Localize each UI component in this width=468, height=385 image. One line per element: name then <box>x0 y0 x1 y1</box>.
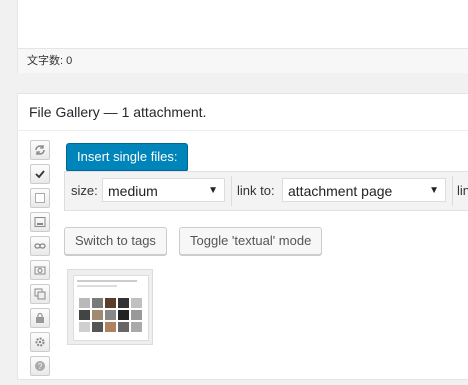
chevron-down-icon: ▼ <box>208 185 218 196</box>
camera-icon[interactable] <box>30 260 50 280</box>
panel-title: File Gallery — 1 attachment. <box>18 94 468 131</box>
copy-icon[interactable] <box>30 284 50 304</box>
editor-box: 文字数: 0 <box>17 0 468 73</box>
thumbnail-image <box>73 275 149 341</box>
link-to-select[interactable]: attachment page ▼ <box>282 178 446 202</box>
size-label: size: <box>71 183 98 198</box>
checkbox-empty-icon[interactable] <box>30 188 50 208</box>
refresh-icon[interactable] <box>30 140 50 160</box>
svg-text:?: ? <box>38 362 43 371</box>
word-count: 文字数: 0 <box>18 48 468 73</box>
link-to-label: link to: <box>237 183 275 198</box>
file-gallery-panel: File Gallery — 1 attachment. ? Insert si… <box>17 93 468 380</box>
switch-to-tags-button[interactable]: Switch to tags <box>64 227 167 255</box>
side-toolbar: ? <box>30 140 52 380</box>
lock-icon[interactable] <box>30 308 50 328</box>
help-icon[interactable]: ? <box>30 356 50 376</box>
media-insert-icon[interactable] <box>30 212 50 232</box>
editor-content-area[interactable] <box>18 0 468 48</box>
toggle-textual-mode-button[interactable]: Toggle 'textual' mode <box>179 227 323 255</box>
size-select-value: medium <box>108 183 158 199</box>
checkbox-checked-icon[interactable] <box>30 164 50 184</box>
divider <box>452 176 453 206</box>
thumb-bar <box>77 285 117 287</box>
link-to-select-value: attachment page <box>288 183 393 199</box>
attachment-thumbnail[interactable] <box>67 269 153 345</box>
link-icon[interactable] <box>30 236 50 256</box>
gear-icon[interactable] <box>30 332 50 352</box>
insert-single-files-button[interactable]: Insert single files: <box>66 143 189 171</box>
thumb-grid <box>79 298 142 332</box>
divider <box>231 176 232 206</box>
thumb-bar <box>77 280 137 282</box>
chevron-down-icon: ▼ <box>429 185 439 196</box>
size-select[interactable]: medium ▼ <box>102 178 225 202</box>
trailing-label: lin <box>457 183 468 198</box>
insert-options-row: size: medium ▼ link to: attachment page … <box>64 171 468 211</box>
